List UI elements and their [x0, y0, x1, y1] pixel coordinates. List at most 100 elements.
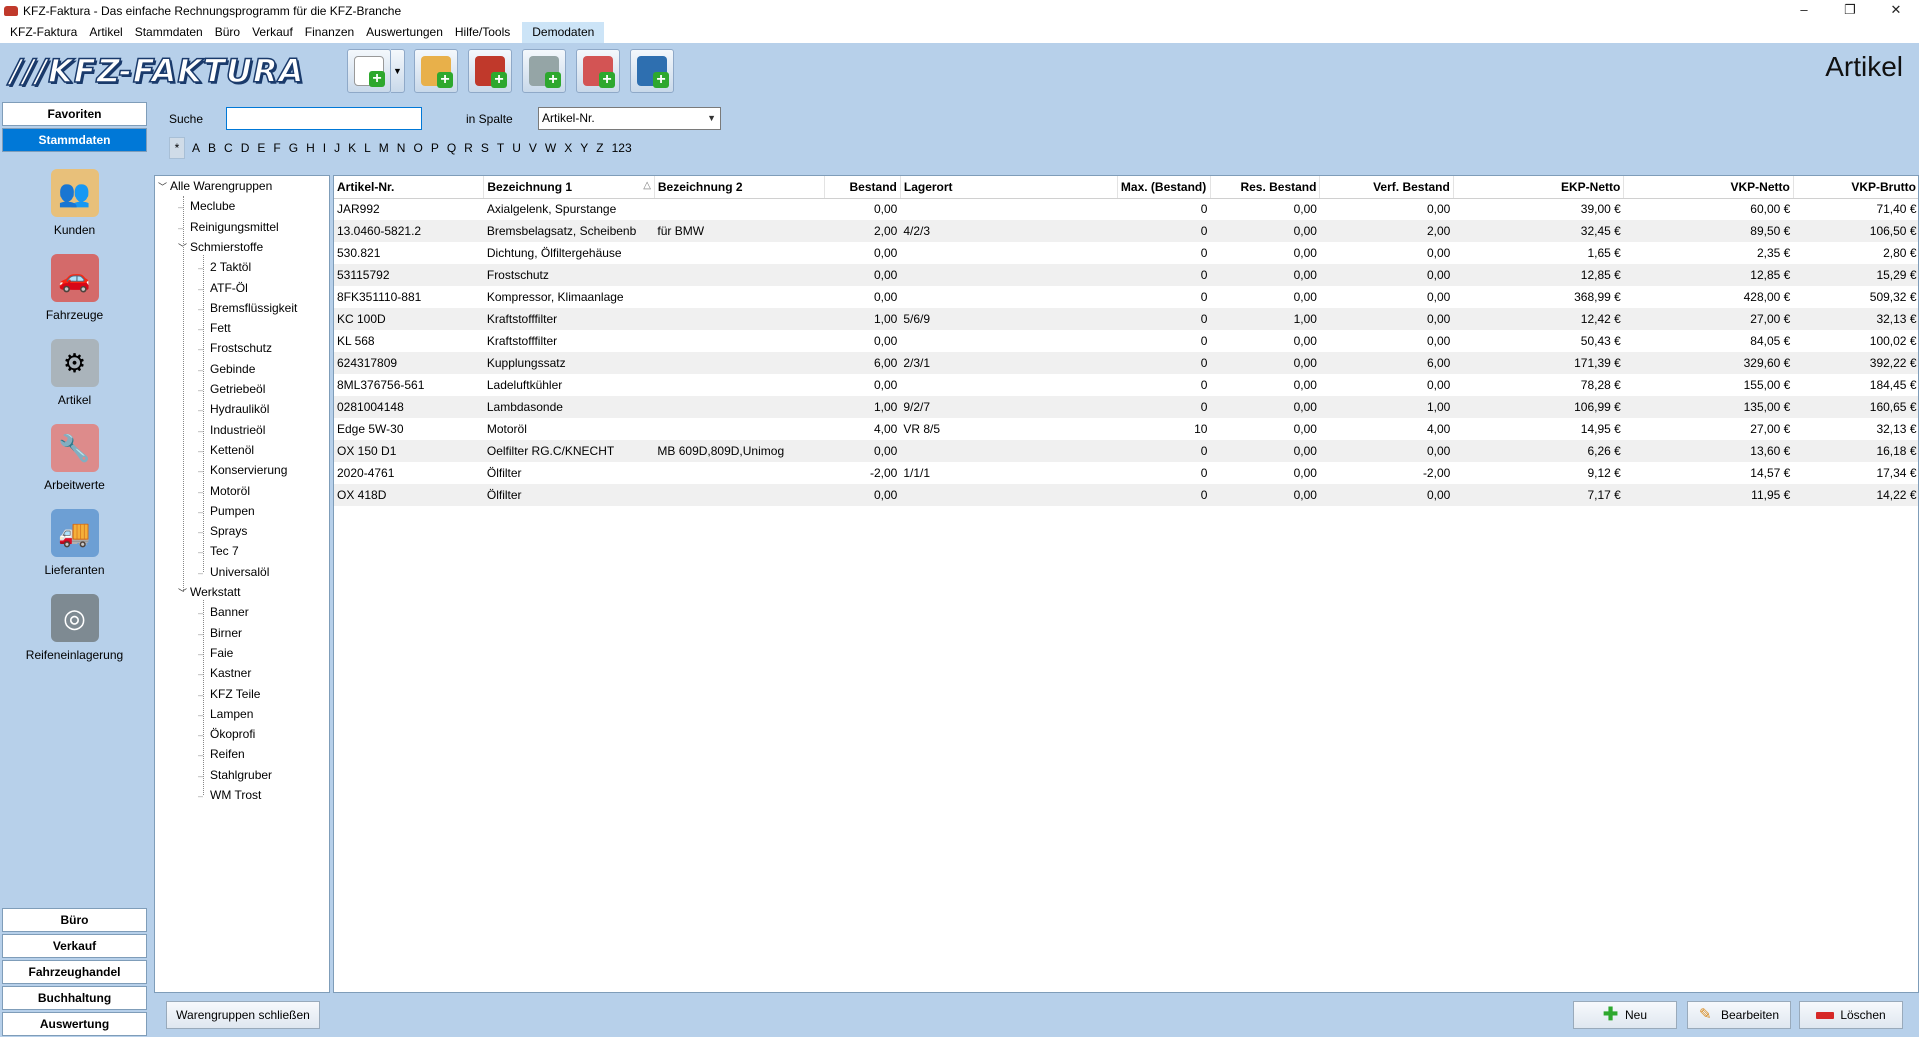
- close-groups-button[interactable]: Warengruppen schließen: [166, 1001, 320, 1029]
- column-select[interactable]: Artikel-Nr. ▼: [538, 107, 721, 130]
- filter-letter[interactable]: X: [560, 138, 576, 158]
- column-header[interactable]: Bezeichnung 1 △: [483, 176, 655, 199]
- column-header[interactable]: Max. (Bestand): [1117, 176, 1211, 199]
- tree-node[interactable]: – Kastner: [198, 665, 251, 682]
- tree-node[interactable]: – Reifen: [198, 746, 245, 763]
- column-header[interactable]: EKP-Netto: [1453, 176, 1625, 199]
- table-row[interactable]: OX 418D Ölfilter 0,00 0 0,00 0,00 7,17 €11,95 …: [334, 484, 1918, 506]
- table-row[interactable]: KL 568 Kraftstofffilter 0,00 0 0,00 0,00 50,43…: [334, 330, 1918, 352]
- filter-letter[interactable]: W: [541, 138, 560, 158]
- tree-node[interactable]: – Getriebeöl: [198, 381, 265, 398]
- tree-node-root[interactable]: ﹀ Alle Warengruppen: [158, 178, 272, 195]
- table-row[interactable]: 53115792 Frostschutz 0,00 0 0,00 0,00 12,85 €1…: [334, 264, 1918, 286]
- tree-node[interactable]: – KFZ Teile: [198, 686, 260, 703]
- tree-node[interactable]: – Ökoprofi: [198, 726, 255, 743]
- tree-node[interactable]: – Hydrauliköl: [198, 401, 269, 418]
- nav-tab-buchhaltung[interactable]: Buchhaltung: [2, 986, 147, 1010]
- tree-node[interactable]: – Banner: [198, 604, 249, 621]
- filter-letter[interactable]: H: [302, 138, 319, 158]
- filter-letter[interactable]: L: [360, 138, 375, 158]
- nav-tab-fahrzeughandel[interactable]: Fahrzeughandel: [2, 960, 147, 984]
- table-row[interactable]: 624317809 Kupplungssatz 6,00 2/3/1 0 0,00 6,00…: [334, 352, 1918, 374]
- new-document-dropdown[interactable]: ▼: [391, 49, 405, 93]
- tree-node[interactable]: – Meclube: [178, 198, 235, 215]
- table-row[interactable]: 2020-4761 Ölfilter -2,00 1/1/1 0 0,00 -2,00 9,1…: [334, 462, 1918, 484]
- column-header[interactable]: VKP-Brutto: [1793, 176, 1918, 199]
- filter-letter[interactable]: A: [188, 138, 204, 158]
- table-row[interactable]: KC 100D Kraftstofffilter 1,00 5/6/9 0 1,00 0,0…: [334, 308, 1918, 330]
- filter-letter[interactable]: 123: [608, 138, 636, 158]
- filter-all-letters[interactable]: *: [169, 137, 185, 159]
- filter-letter[interactable]: S: [477, 138, 493, 158]
- column-header[interactable]: Verf. Bestand: [1319, 176, 1454, 199]
- menu-demodaten[interactable]: Demodaten: [522, 22, 605, 43]
- filter-letter[interactable]: Z: [592, 138, 607, 158]
- filter-letter[interactable]: G: [285, 138, 302, 158]
- nav-tab-stammdaten[interactable]: Stammdaten: [2, 128, 147, 152]
- filter-letter[interactable]: U: [508, 138, 525, 158]
- filter-letter[interactable]: T: [493, 138, 508, 158]
- tree-node[interactable]: – Universalöl: [198, 564, 269, 581]
- filter-letter[interactable]: C: [220, 138, 237, 158]
- search-input[interactable]: [226, 107, 422, 130]
- menu-hilfe-tools[interactable]: Hilfe/Tools: [449, 22, 516, 43]
- add-supplier-button[interactable]: +: [630, 49, 674, 93]
- sidebar-item-kunden[interactable]: 👥 Kunden: [2, 169, 147, 237]
- delete-button[interactable]: Löschen: [1799, 1001, 1903, 1029]
- add-article-button[interactable]: +: [522, 49, 566, 93]
- tree-node[interactable]: – Tec 7: [198, 543, 239, 560]
- column-header[interactable]: Bestand: [824, 176, 901, 199]
- tree-node[interactable]: – Kettenöl: [198, 442, 254, 459]
- table-row[interactable]: 8FK351110-881 Kompressor, Klimaanlage 0,00…: [334, 286, 1918, 308]
- filter-letter[interactable]: R: [460, 138, 477, 158]
- table-row[interactable]: Edge 5W-30 Motoröl 4,00 VR 8/5 10 0,00 4,00 14,…: [334, 418, 1918, 440]
- nav-tab-favoriten[interactable]: Favoriten: [2, 102, 147, 126]
- filter-letter[interactable]: I: [319, 138, 330, 158]
- menu-finanzen[interactable]: Finanzen: [299, 22, 360, 43]
- column-header[interactable]: Bezeichnung 2: [654, 176, 826, 199]
- close-window-button[interactable]: ✕: [1873, 0, 1919, 22]
- filter-letter[interactable]: D: [237, 138, 254, 158]
- tree-node[interactable]: – Gebinde: [198, 361, 255, 378]
- add-vehicle-button[interactable]: +: [468, 49, 512, 93]
- filter-letter[interactable]: M: [375, 138, 393, 158]
- sidebar-item-artikel[interactable]: ⚙ Artikel: [2, 339, 147, 407]
- tree-node[interactable]: – Industrieöl: [198, 422, 265, 439]
- column-header[interactable]: Lagerort: [900, 176, 1118, 199]
- filter-letter[interactable]: V: [525, 138, 541, 158]
- table-row[interactable]: 530.821 Dichtung, Ölfiltergehäuse 0,00 0 0,0…: [334, 242, 1918, 264]
- new-button[interactable]: ✚ Neu: [1573, 1001, 1677, 1029]
- filter-letter[interactable]: J: [330, 138, 344, 158]
- column-header[interactable]: VKP-Netto: [1623, 176, 1794, 199]
- table-row[interactable]: JAR992 Axialgelenk, Spurstange 0,00 0 0,00 0,…: [334, 198, 1918, 220]
- tree-node[interactable]: – Birner: [198, 625, 242, 642]
- nav-tab-auswertung[interactable]: Auswertung: [2, 1012, 147, 1036]
- column-header[interactable]: Res. Bestand: [1210, 176, 1321, 199]
- sidebar-item-arbeitwerte[interactable]: 🔧 Arbeitwerte: [2, 424, 147, 492]
- sidebar-item-reifeneinlagerung[interactable]: ◎ Reifeneinlagerung: [2, 594, 147, 662]
- filter-letter[interactable]: Q: [443, 138, 460, 158]
- filter-letter[interactable]: E: [253, 138, 269, 158]
- filter-letter[interactable]: P: [427, 138, 443, 158]
- sidebar-item-fahrzeuge[interactable]: 🚗 Fahrzeuge: [2, 254, 147, 322]
- column-header[interactable]: Artikel-Nr.: [334, 176, 485, 199]
- menu-auswertungen[interactable]: Auswertungen: [360, 22, 449, 43]
- table-row[interactable]: 13.0460-5821.2 Bremsbelagsatz, Scheibenb f…: [334, 220, 1918, 242]
- menu-artikel[interactable]: Artikel: [83, 22, 128, 43]
- filter-letter[interactable]: F: [269, 138, 284, 158]
- filter-letter[interactable]: O: [409, 138, 426, 158]
- tree-node[interactable]: – Pumpen: [198, 503, 255, 520]
- tree-node[interactable]: – Stahlgruber: [198, 767, 272, 784]
- filter-letter[interactable]: K: [344, 138, 360, 158]
- menu-kfz-faktura[interactable]: KFZ-Faktura: [4, 22, 83, 43]
- maximize-button[interactable]: ❐: [1827, 0, 1873, 22]
- menu-verkauf[interactable]: Verkauf: [246, 22, 299, 43]
- tree-node[interactable]: – Motoröl: [198, 483, 250, 500]
- tree-node-group[interactable]: ﹀ Schmierstoffe: [178, 239, 263, 256]
- tree-node-group[interactable]: ﹀ Werkstatt: [178, 584, 240, 601]
- table-row[interactable]: OX 150 D1 Oelfilter RG.C/KNECHT MB 609D,80…: [334, 440, 1918, 462]
- tree-node[interactable]: – Bremsflüssigkeit: [198, 300, 297, 317]
- filter-letter[interactable]: Y: [576, 138, 592, 158]
- menu-buero[interactable]: Büro: [209, 22, 246, 43]
- add-customer-button[interactable]: +: [414, 49, 458, 93]
